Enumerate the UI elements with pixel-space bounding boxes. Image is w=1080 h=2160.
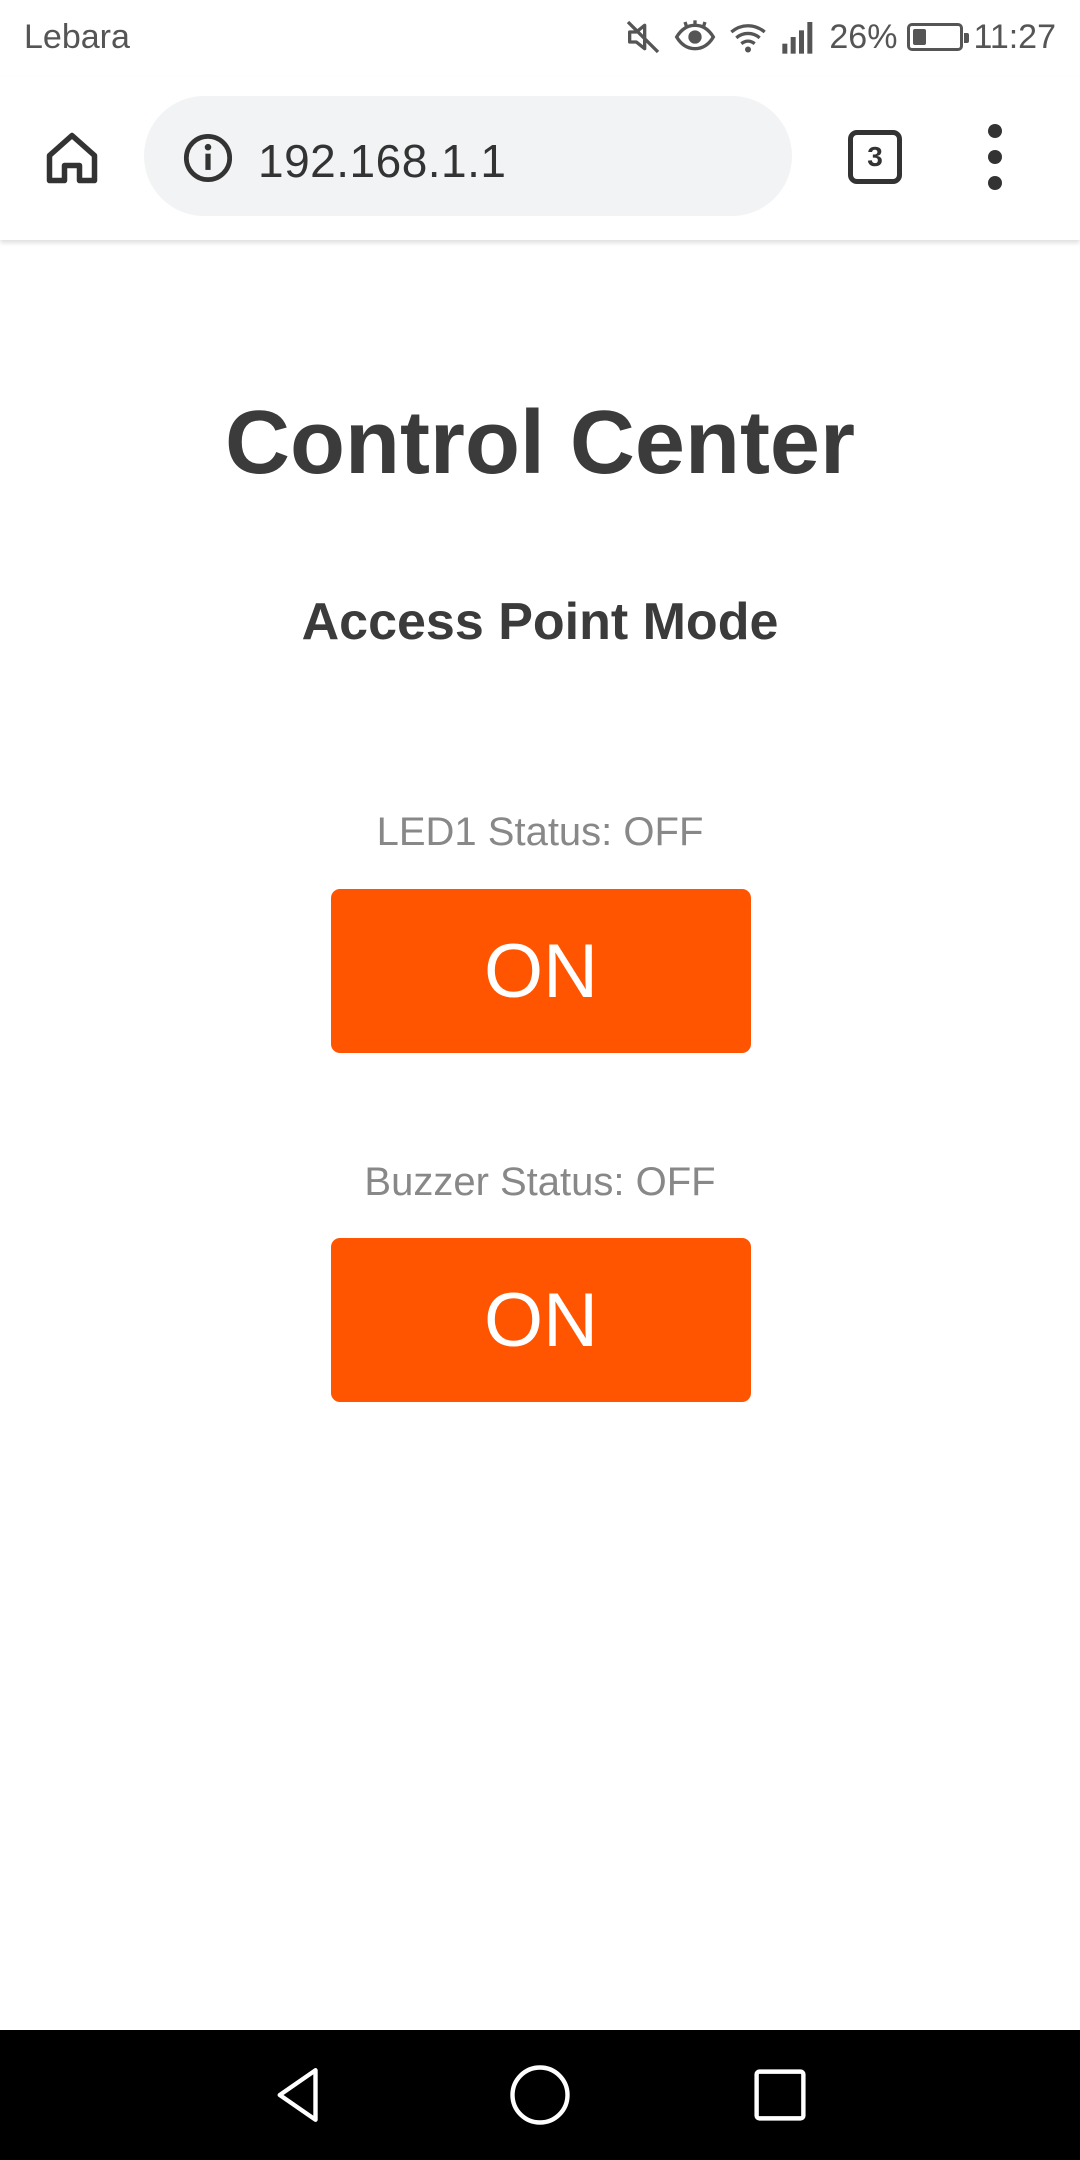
clock: 11:27 bbox=[973, 17, 1056, 56]
carrier-label: Lebara bbox=[24, 18, 130, 56]
menu-dot bbox=[988, 124, 1002, 138]
led1-on-button[interactable]: ON bbox=[331, 889, 751, 1053]
browser-toolbar: 192.168.1.1 3 bbox=[0, 76, 1080, 240]
mute-icon bbox=[623, 17, 663, 57]
page-content: Control Center Access Point Mode LED1 St… bbox=[0, 240, 1080, 2030]
url-text[interactable]: 192.168.1.1 bbox=[258, 134, 507, 188]
buzzer-on-button[interactable]: ON bbox=[331, 1238, 751, 1402]
wifi-icon bbox=[727, 17, 769, 57]
signal-icon bbox=[779, 17, 819, 57]
home-button[interactable] bbox=[34, 120, 110, 196]
eye-comfort-icon bbox=[673, 17, 717, 57]
status-icons: 26% 11:27 bbox=[623, 14, 1056, 60]
battery-level bbox=[913, 29, 927, 45]
menu-dot bbox=[988, 150, 1002, 164]
screen: Lebara 26% 11:27 192.168.1.1 3 Control C… bbox=[0, 0, 1080, 2160]
battery-icon bbox=[907, 23, 970, 51]
tabs-button[interactable]: 3 bbox=[848, 130, 902, 184]
menu-dot bbox=[988, 176, 1002, 190]
tabs-icon: 3 bbox=[867, 141, 883, 172]
recents-icon[interactable] bbox=[747, 2062, 813, 2128]
home-circle-icon[interactable] bbox=[507, 2062, 573, 2128]
led1-status: LED1 Status: OFF bbox=[376, 810, 704, 854]
navigation-bar bbox=[0, 2030, 1080, 2160]
address-bar[interactable]: 192.168.1.1 bbox=[144, 96, 792, 216]
home-icon bbox=[46, 132, 98, 184]
page-title: Control Center bbox=[225, 393, 855, 493]
info-icon[interactable] bbox=[182, 132, 234, 184]
page-subtitle: Access Point Mode bbox=[301, 593, 779, 651]
back-icon[interactable] bbox=[266, 2062, 332, 2128]
more-vert-icon[interactable] bbox=[976, 124, 1016, 194]
battery-percent: 26% bbox=[829, 17, 898, 56]
status-bar: Lebara 26% 11:27 bbox=[0, 0, 1080, 76]
buzzer-status: Buzzer Status: OFF bbox=[364, 1160, 716, 1204]
